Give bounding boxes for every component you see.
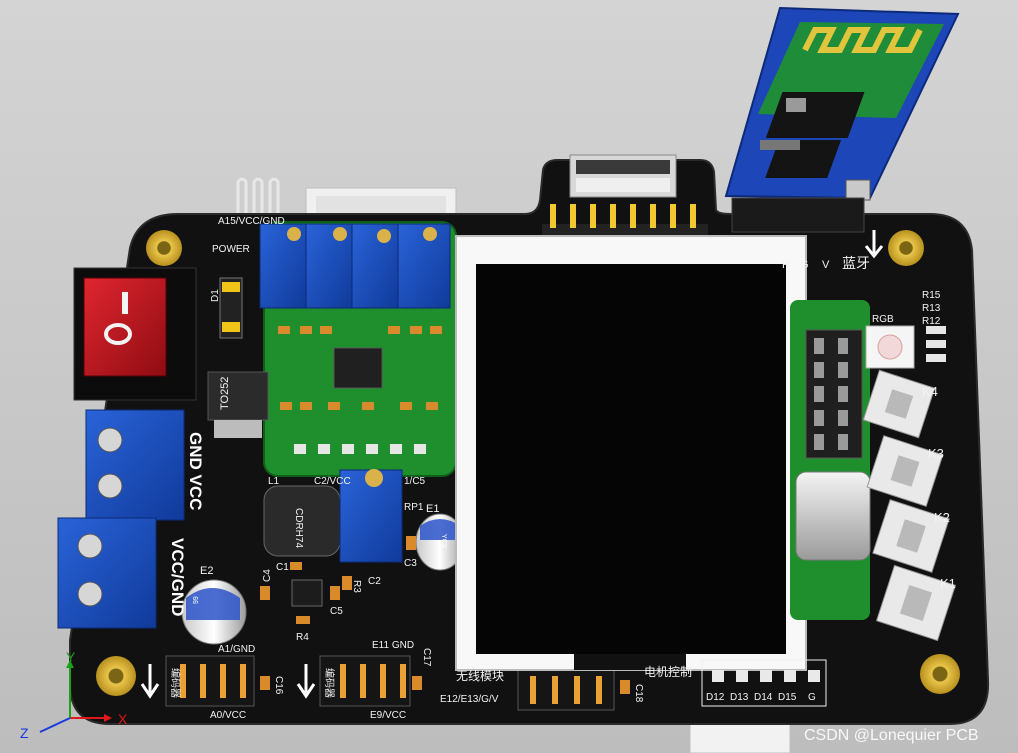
label-pin-d13: D13 [730, 692, 749, 703]
label-k3: K3 [928, 446, 944, 461]
label-wireless: 无线模块 [456, 669, 504, 683]
power-module-board [259, 221, 457, 477]
capacitor-e1-marking: YCX [440, 534, 447, 549]
label-k1: K1 [940, 576, 956, 591]
label-encoder-left: 编码器 [169, 668, 182, 698]
label-bt-g: G [800, 259, 809, 271]
label-r3: R3 [351, 580, 362, 593]
wireless-header [517, 667, 615, 711]
rgb-led [865, 325, 915, 369]
label-k2: K2 [934, 510, 950, 525]
ldo-tab [214, 420, 262, 438]
mount-hole-tr [888, 230, 924, 266]
label-rp1: RP1 [404, 502, 424, 513]
axis-z-label: Z [20, 725, 29, 741]
label-c3: C3 [404, 558, 417, 569]
label-power: POWER [212, 244, 250, 255]
label-e12-header: E12/E13/G/V [440, 694, 499, 705]
ldo-to252 [207, 371, 269, 421]
label-bt-v: V [822, 259, 830, 271]
label-c4: C4 [262, 569, 273, 582]
terminal-block-1 [85, 409, 185, 521]
label-bluetooth: 蓝牙 [842, 255, 870, 271]
power-switch [73, 267, 197, 401]
label-rgb: RGB [872, 314, 894, 325]
label-pin-d12: D12 [706, 692, 725, 703]
label-l1: L1 [268, 476, 280, 487]
label-c2: C2 [368, 576, 381, 587]
label-gnd-vcc: GND VCC [186, 432, 205, 510]
capacitor-e2 [181, 579, 247, 645]
label-c2-vcc: C2/VCC [314, 476, 351, 487]
label-vcc-gnd: VCC/GND [168, 538, 187, 616]
label-d1: D1 [210, 289, 221, 302]
label-e9-vcc: E9/VCC [370, 710, 406, 721]
label-motor-ctrl: 电机控制 [644, 665, 692, 679]
ic-small [291, 579, 323, 607]
mount-hole-bl [96, 656, 136, 696]
label-a15-header: A15/VCC/GND [218, 216, 285, 227]
label-to252: TO252 [219, 377, 231, 410]
capacitor-e2-marking: 99 [193, 596, 200, 604]
usb-c-connector [795, 471, 871, 561]
pcb-3d-render: A15/VCC/GND POWER D1 TO252 GND VCC VCC/G… [0, 0, 1018, 753]
label-r4: R4 [296, 632, 309, 643]
label-c5: C5 [330, 606, 343, 617]
label-pin-g: G [808, 692, 816, 703]
axis-y-label: Y [66, 649, 76, 665]
potentiometer-row [259, 223, 451, 309]
fpc-connector [569, 154, 677, 198]
label-e2: E2 [200, 565, 213, 577]
label-c17: C17 [421, 648, 432, 667]
mount-hole-br [920, 654, 960, 694]
label-pin-d15: D15 [778, 692, 797, 703]
label-c16: C16 [273, 676, 284, 695]
pin-header-2x5 [805, 329, 863, 459]
label-r12: R12 [922, 316, 941, 327]
terminal-block-2 [57, 517, 157, 629]
label-a0-vcc: A0/VCC [210, 710, 246, 721]
rgb-resistors [926, 326, 946, 362]
axis-x-label: X [118, 711, 128, 727]
label-encoder-right: 编码器 [323, 668, 336, 698]
label-c5-partial: 1/C5 [404, 476, 426, 487]
lcd-display [455, 235, 807, 671]
label-r15: R15 [922, 290, 941, 301]
label-k4: K4 [922, 384, 938, 399]
label-cdrh74: CDRH74 [293, 508, 304, 548]
label-a1-gnd: A1/GND [218, 644, 255, 655]
label-bt-r: R [782, 259, 790, 271]
label-c18: C18 [633, 684, 644, 703]
label-r13: R13 [922, 303, 941, 314]
mount-hole-tl [146, 230, 182, 266]
watermark: CSDN @Lonequier PCB [804, 727, 979, 744]
label-e1: E1 [426, 503, 439, 515]
label-e11-gnd: E11 GND [372, 640, 414, 651]
label-pin-d14: D14 [754, 692, 773, 703]
label-c1: C1 [276, 562, 289, 573]
